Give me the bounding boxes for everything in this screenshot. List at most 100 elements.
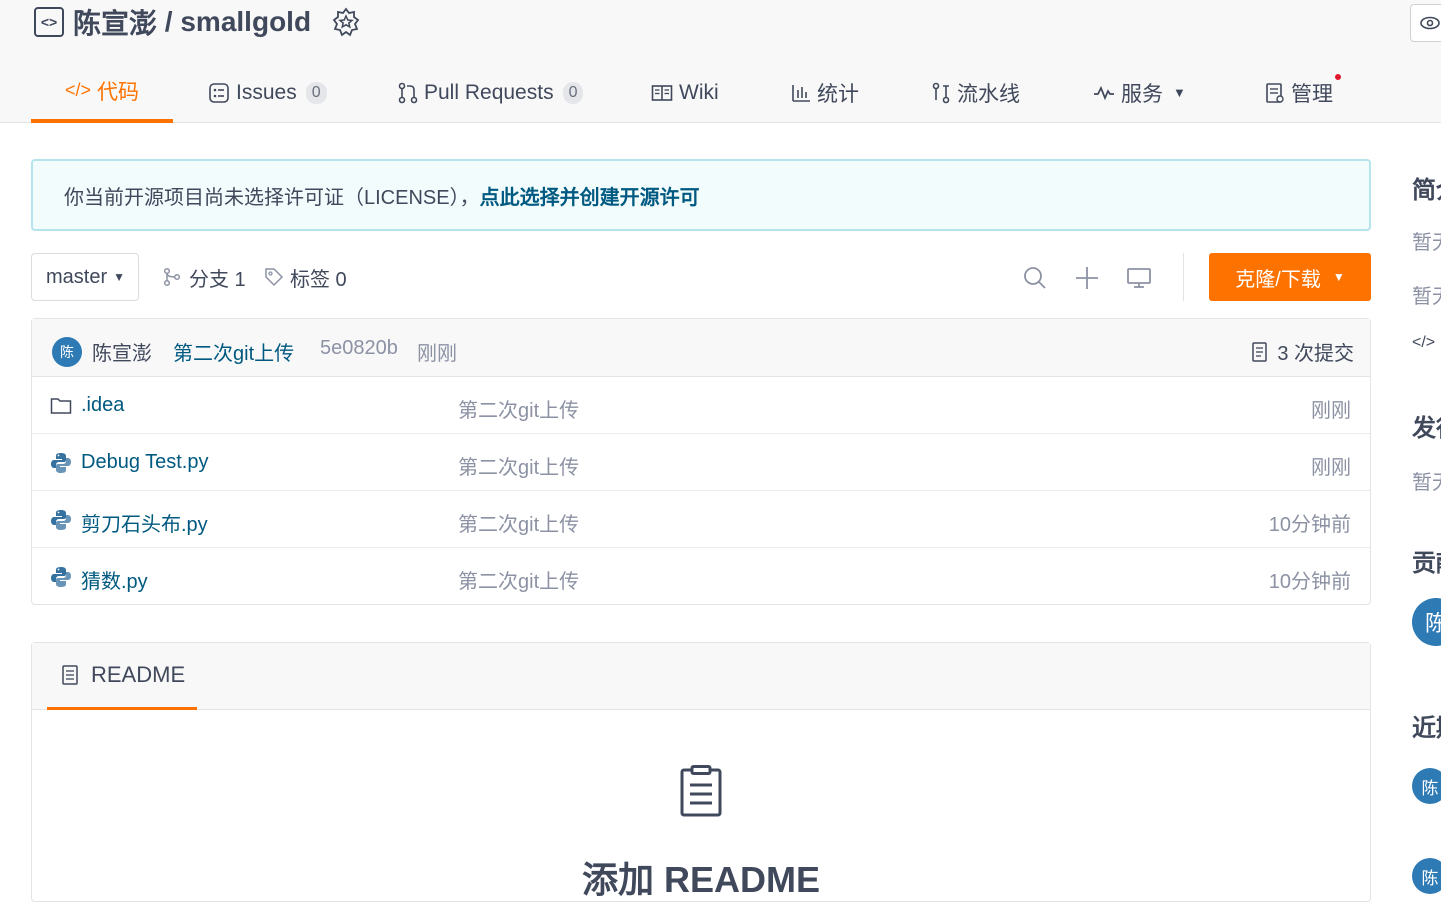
file-name[interactable]: 猜数.py bbox=[81, 565, 148, 594]
tab-wiki-label: Wiki bbox=[679, 80, 719, 104]
tab-manage[interactable]: 管理 bbox=[1265, 62, 1341, 123]
license-notice-text: 你当前开源项目尚未选择许可证（LICENSE）， bbox=[64, 186, 480, 209]
file-commit-message[interactable]: 第二次git上传 bbox=[458, 508, 579, 537]
service-icon bbox=[1094, 85, 1114, 100]
recommend-badge-icon[interactable] bbox=[331, 7, 361, 37]
file-time: 刚刚 bbox=[1311, 400, 1351, 422]
file-row[interactable]: 猜数.py 第二次git上传 10分钟前 bbox=[32, 548, 1370, 605]
file-name[interactable]: .idea bbox=[81, 394, 124, 417]
intro-description: 暂无 bbox=[1412, 232, 1441, 254]
release-heading: 发行版 bbox=[1412, 415, 1441, 442]
pipeline-icon bbox=[932, 82, 950, 103]
tab-stats[interactable]: 统计 bbox=[791, 62, 859, 123]
avatar[interactable]: 陈 bbox=[1412, 768, 1441, 804]
manage-icon bbox=[1266, 82, 1284, 103]
tab-wiki[interactable]: Wiki bbox=[651, 62, 719, 123]
wiki-icon bbox=[651, 84, 673, 101]
caret-down-icon: ▼ bbox=[1332, 270, 1345, 284]
intro-heading: 简介 bbox=[1412, 177, 1441, 204]
pull-request-icon bbox=[398, 82, 418, 103]
branches-label: 分支 1 bbox=[189, 268, 246, 291]
eye-icon bbox=[1420, 16, 1440, 30]
tab-pipeline-label: 流水线 bbox=[957, 82, 1020, 106]
branch-icon bbox=[163, 267, 181, 287]
file-name[interactable]: 剪刀石头布.py bbox=[81, 508, 208, 537]
tab-pull-requests[interactable]: Pull Requests 0 bbox=[398, 62, 584, 123]
branch-select-value: master bbox=[46, 265, 108, 288]
add-readme-link[interactable]: 添加 README bbox=[32, 851, 1370, 903]
file-commit-message[interactable]: 第二次git上传 bbox=[458, 565, 579, 594]
tags-link[interactable]: 标签 0 bbox=[264, 253, 347, 301]
tab-pipeline[interactable]: 流水线 bbox=[931, 62, 1020, 123]
tab-code-label: 代码 bbox=[97, 80, 140, 104]
watch-button[interactable] bbox=[1410, 4, 1441, 42]
caret-down-icon: ▼ bbox=[113, 270, 126, 284]
tag-icon bbox=[265, 268, 284, 287]
file-row[interactable]: 剪刀石头布.py 第二次git上传 10分钟前 bbox=[32, 491, 1370, 548]
commit-time: 刚刚 bbox=[417, 343, 457, 365]
commit-author[interactable]: 陈宣澎 bbox=[92, 337, 152, 366]
tab-pull-requests-label: Pull Requests bbox=[424, 80, 554, 104]
tab-services[interactable]: 服务 ▼ bbox=[1093, 62, 1186, 123]
commit-message[interactable]: 第二次git上传 bbox=[173, 337, 294, 366]
file-commit-message[interactable]: 第二次git上传 bbox=[458, 451, 579, 480]
branches-link[interactable]: 分支 1 bbox=[163, 253, 246, 301]
code-icon: </> bbox=[64, 80, 92, 100]
recent-activity-heading: 近期动态 bbox=[1412, 715, 1441, 742]
repo-title: <> 陈宣澎 / smallgold bbox=[34, 4, 361, 40]
file-name[interactable]: Debug Test.py bbox=[81, 451, 209, 474]
tab-stats-label: 统计 bbox=[817, 82, 859, 106]
repo-toolbar: master ▼ 分支 1 标签 0 克隆/下载 ▼ bbox=[31, 253, 1371, 301]
python-file-icon bbox=[51, 567, 71, 587]
release-text: 暂无 bbox=[1412, 472, 1441, 494]
chart-icon bbox=[792, 84, 810, 102]
web-ide-icon[interactable] bbox=[1126, 265, 1152, 291]
file-row[interactable]: .idea 第二次git上传 刚刚 bbox=[32, 377, 1370, 434]
avatar[interactable]: 陈 bbox=[52, 337, 82, 367]
readme-tab-label: README bbox=[91, 662, 186, 687]
file-time: 刚刚 bbox=[1311, 457, 1351, 479]
python-file-icon bbox=[51, 453, 71, 473]
issues-icon bbox=[209, 82, 229, 103]
search-icon[interactable] bbox=[1022, 265, 1048, 291]
code-icon: </> bbox=[1412, 334, 1436, 351]
create-license-link[interactable]: 点此选择并创建开源许可 bbox=[480, 181, 700, 210]
folder-icon bbox=[50, 398, 72, 414]
file-time: 10分钟前 bbox=[1268, 514, 1351, 536]
repo-owner-link[interactable]: 陈宣澎 bbox=[73, 2, 157, 42]
tab-issues-label: Issues bbox=[236, 80, 297, 104]
latest-commit-row: 陈 陈宣澎 第二次git上传 5e0820b 刚刚 3 次提交 bbox=[32, 319, 1370, 377]
commit-sha[interactable]: 5e0820b bbox=[320, 337, 398, 360]
document-icon bbox=[62, 665, 78, 685]
file-list: 陈 陈宣澎 第二次git上传 5e0820b 刚刚 3 次提交 .idea 第二… bbox=[31, 318, 1371, 605]
pull-requests-count-badge: 0 bbox=[562, 81, 584, 104]
tab-issues[interactable]: Issues 0 bbox=[208, 62, 327, 123]
repo-header: <> 陈宣澎 / smallgold </> 代码 Issues 0 Pull … bbox=[0, 0, 1441, 123]
commits-icon bbox=[1252, 341, 1268, 362]
tab-readme[interactable]: README bbox=[47, 643, 197, 710]
issues-count-badge: 0 bbox=[305, 81, 327, 104]
chevron-down-icon: ▼ bbox=[1173, 85, 1186, 100]
readme-header: README bbox=[32, 643, 1370, 710]
branch-select[interactable]: master ▼ bbox=[31, 253, 139, 301]
repo-name-link[interactable]: smallgold bbox=[180, 6, 311, 38]
clone-download-button[interactable]: 克隆/下载 ▼ bbox=[1209, 253, 1371, 301]
file-row[interactable]: Debug Test.py 第二次git上传 刚刚 bbox=[32, 434, 1370, 491]
commit-count-label: 3 次提交 bbox=[1277, 343, 1354, 365]
intro-tags: 暂无 bbox=[1412, 286, 1441, 308]
tags-label: 标签 0 bbox=[290, 268, 347, 291]
python-file-icon bbox=[51, 510, 71, 530]
toolbar-divider bbox=[1183, 253, 1184, 301]
tab-services-label: 服务 bbox=[1121, 82, 1163, 106]
file-commit-message[interactable]: 第二次git上传 bbox=[458, 394, 579, 423]
license-notice: 你当前开源项目尚未选择许可证（LICENSE）， 点此选择并创建开源许可 bbox=[31, 159, 1371, 231]
avatar[interactable]: 陈 bbox=[1412, 858, 1441, 894]
commit-count-link[interactable]: 3 次提交 bbox=[1251, 337, 1354, 366]
clone-download-label: 克隆/下载 bbox=[1235, 268, 1321, 291]
repo-path-separator: / bbox=[157, 6, 181, 37]
avatar[interactable]: 陈 bbox=[1412, 598, 1441, 646]
add-file-icon[interactable] bbox=[1074, 265, 1100, 291]
tab-code[interactable]: </> 代码 bbox=[31, 62, 173, 123]
repo-code-icon: <> bbox=[34, 7, 64, 37]
readme-panel: README 添加 README bbox=[31, 642, 1371, 902]
